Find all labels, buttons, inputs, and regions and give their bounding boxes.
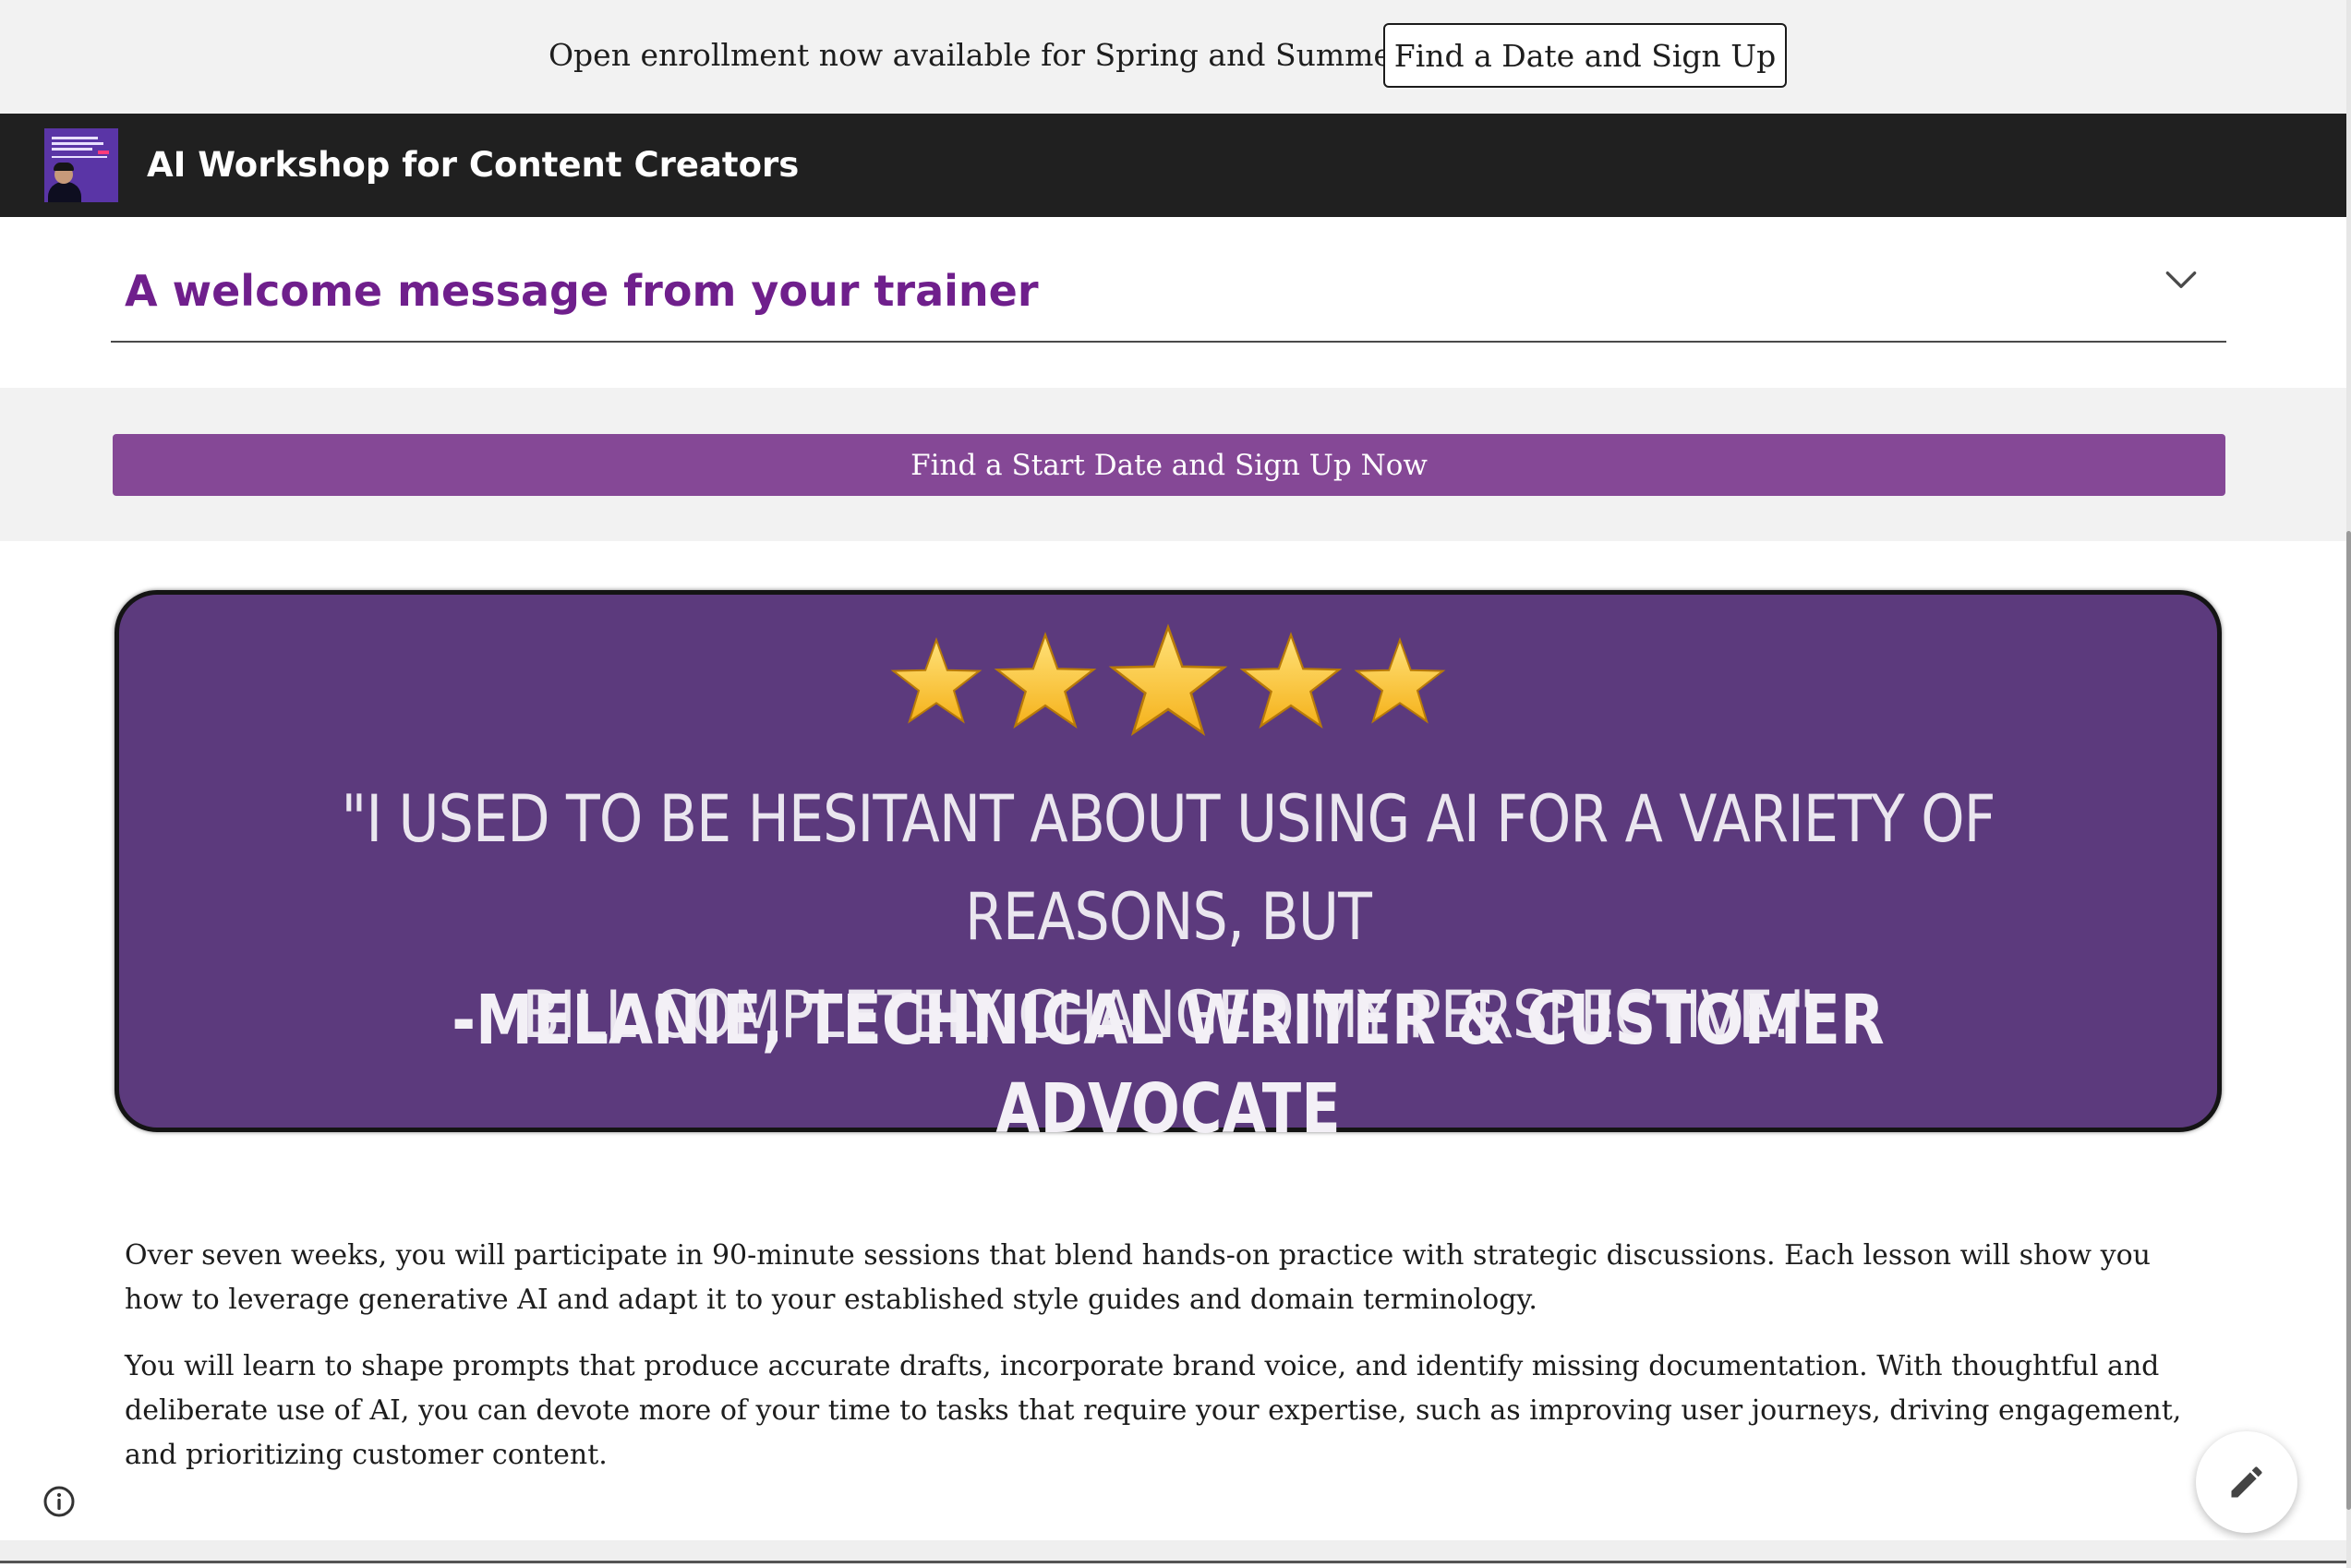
description-paragraph-1: Over seven weeks, you will participate i…	[125, 1239, 2151, 1316]
logo-accent	[98, 151, 109, 154]
footer-edge	[0, 1540, 2346, 1563]
description-paragraph-2: You will learn to shape prompts that pro…	[125, 1350, 2182, 1471]
logo-text-line	[52, 148, 92, 151]
edit-button[interactable]	[2196, 1431, 2297, 1533]
chevron-down-icon	[2165, 271, 2197, 288]
find-start-date-sign-up-button[interactable]: Find a Start Date and Sign Up Now	[113, 434, 2225, 496]
testimonial-banner: "I used to be hesitant about using AI fo…	[115, 590, 2222, 1149]
testimonial-author: -Melanie, Technical Writer & Customer Ad…	[452, 981, 1885, 1149]
star-icon	[1354, 637, 1446, 724]
logo-text-line	[52, 142, 103, 145]
cta-band: Find a Start Date and Sign Up Now	[0, 388, 2346, 541]
star-icon	[1108, 623, 1228, 737]
star-icon	[890, 637, 983, 724]
star-icon	[994, 632, 1097, 729]
logo-person-body	[48, 182, 81, 202]
welcome-message-accordion[interactable]: A welcome message from your trainer	[111, 217, 2226, 343]
star-icon	[1239, 632, 1343, 729]
announcement-bar: Open enrollment now available for Spring…	[0, 0, 2346, 114]
pencil-icon	[2231, 1466, 2262, 1498]
accordion-title: A welcome message from your trainer	[125, 266, 1039, 316]
course-description: Over seven weeks, you will participate i…	[125, 1234, 2212, 1500]
quote-line-1: "I used to be hesitant about using AI fo…	[341, 781, 1995, 955]
find-date-sign-up-button[interactable]: Find a Date and Sign Up	[1383, 23, 1787, 88]
logo-text-line	[52, 137, 98, 139]
site-title[interactable]: AI Workshop for Content Creators	[147, 143, 799, 187]
star-rating	[119, 622, 2217, 742]
course-logo[interactable]	[44, 128, 118, 202]
announcement-text: Open enrollment now available for Spring…	[549, 37, 1513, 73]
info-icon[interactable]	[42, 1485, 76, 1518]
scrollbar-thumb[interactable]	[2346, 531, 2351, 1510]
site-header: AI Workshop for Content Creators	[0, 114, 2346, 217]
logo-person-hair	[54, 163, 74, 171]
logo-text-line	[52, 156, 107, 158]
